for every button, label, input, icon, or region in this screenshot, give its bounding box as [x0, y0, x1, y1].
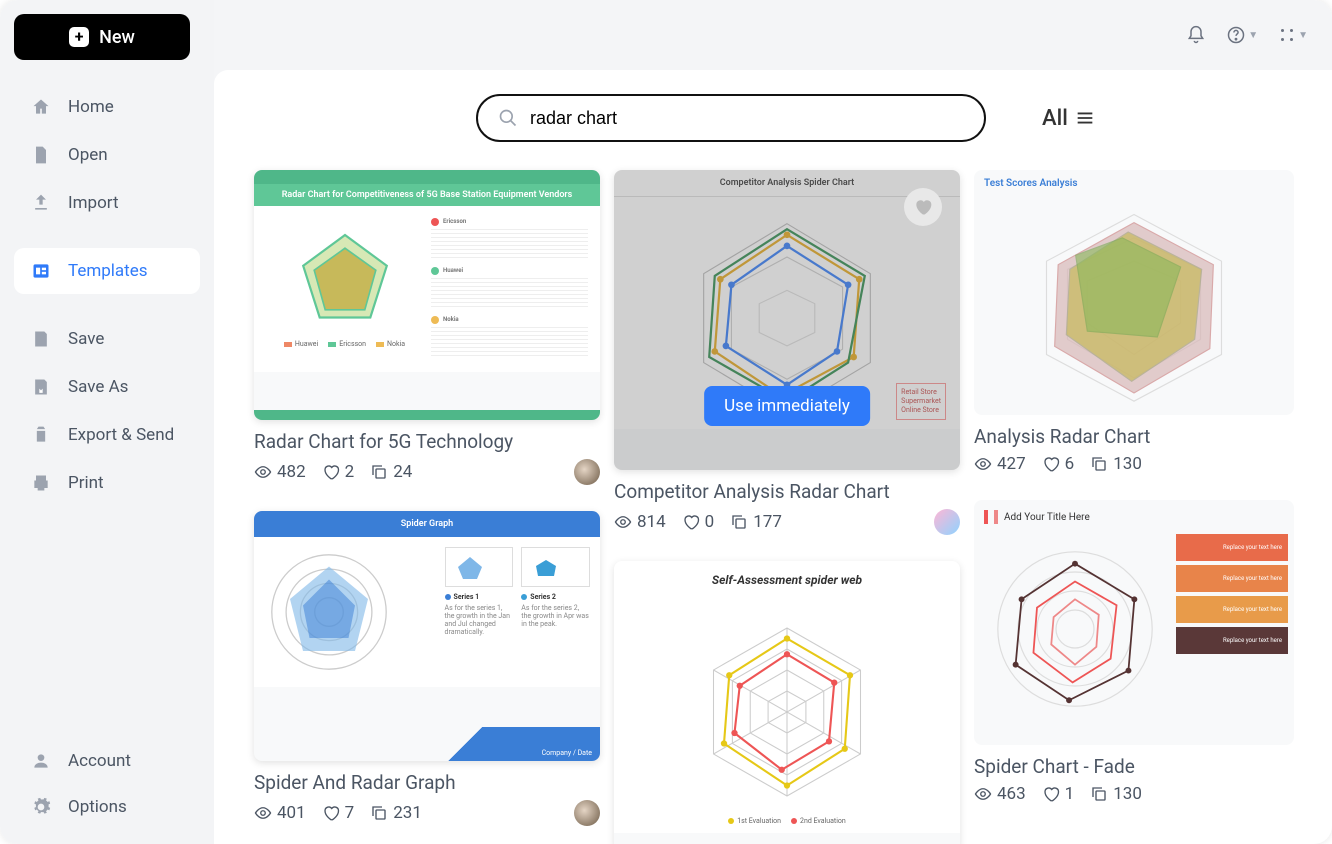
- heart-icon: [682, 513, 700, 531]
- filter-all-button[interactable]: All: [1042, 106, 1096, 131]
- sidebar-item-print[interactable]: Print: [14, 460, 200, 506]
- menu-icon: [1074, 107, 1096, 129]
- search-input[interactable]: [530, 108, 964, 129]
- file-icon: [30, 144, 52, 166]
- new-button-label: New: [99, 27, 135, 48]
- home-icon: [30, 96, 52, 118]
- copy-icon: [370, 463, 388, 481]
- import-icon: [30, 192, 52, 214]
- heart-icon: [1042, 785, 1060, 803]
- template-title: Radar Chart for 5G Technology: [254, 430, 600, 453]
- eye-icon: [974, 455, 992, 473]
- account-icon: [30, 750, 52, 772]
- save-icon: [30, 328, 52, 350]
- saveas-icon: [30, 376, 52, 398]
- likes-stat: 2: [322, 462, 355, 482]
- templates-icon: [30, 260, 52, 282]
- copy-icon: [1090, 785, 1108, 803]
- gear-icon: [30, 796, 52, 818]
- sidebar-item-account[interactable]: Account: [14, 738, 200, 784]
- copy-icon: [370, 804, 388, 822]
- copy-icon: [730, 513, 748, 531]
- bell-icon[interactable]: [1186, 25, 1206, 45]
- heart-icon: [322, 804, 340, 822]
- template-thumbnail: Add Your Title Here R: [974, 500, 1294, 745]
- plus-icon: +: [69, 27, 89, 47]
- eye-icon: [974, 785, 992, 803]
- search-icon: [498, 108, 518, 128]
- template-title: Spider Chart - Fade: [974, 755, 1294, 778]
- copy-icon: [1090, 455, 1108, 473]
- topbar: ▼ ▼: [214, 0, 1332, 70]
- template-thumbnail: Radar Chart for Competitiveness of 5G Ba…: [254, 170, 600, 420]
- help-icon[interactable]: ▼: [1226, 25, 1258, 45]
- sidebar-item-home[interactable]: Home: [14, 84, 200, 130]
- eye-icon: [254, 804, 272, 822]
- template-thumbnail: Self-Assessment spider web: [614, 561, 960, 844]
- author-avatar[interactable]: [574, 800, 600, 826]
- template-thumbnail: Use immediately Competitor Analysis Spid…: [614, 170, 960, 470]
- sidebar: + New Home Open Import Templates: [0, 0, 214, 844]
- sidebar-item-options[interactable]: Options: [14, 784, 200, 830]
- use-immediately-button[interactable]: Use immediately: [704, 386, 870, 426]
- sidebar-item-export[interactable]: Export & Send: [14, 412, 200, 458]
- heart-icon: [1042, 455, 1060, 473]
- template-card[interactable]: Radar Chart for Competitiveness of 5G Ba…: [254, 170, 600, 485]
- main-area: ▼ ▼ All Rad: [214, 0, 1332, 844]
- template-title: Analysis Radar Chart: [974, 425, 1294, 448]
- template-card[interactable]: Test Scores Analysis: [974, 170, 1294, 474]
- content: All Radar Chart for Competitiveness of 5…: [214, 70, 1332, 844]
- author-avatar[interactable]: [934, 509, 960, 535]
- print-icon: [30, 472, 52, 494]
- favorite-button[interactable]: [904, 188, 942, 226]
- eye-icon: [254, 463, 272, 481]
- sidebar-item-open[interactable]: Open: [14, 132, 200, 178]
- template-card[interactable]: Self-Assessment spider web: [614, 561, 960, 844]
- template-thumbnail: Spider Graph Series 1As for the series 1…: [254, 511, 600, 761]
- grid-icon[interactable]: ▼: [1278, 26, 1308, 44]
- template-thumbnail: Test Scores Analysis: [974, 170, 1294, 415]
- template-title: Spider And Radar Graph: [254, 771, 600, 794]
- template-card[interactable]: Use immediately Competitor Analysis Spid…: [614, 170, 960, 535]
- sidebar-item-templates[interactable]: Templates: [14, 248, 200, 294]
- sidebar-item-saveas[interactable]: Save As: [14, 364, 200, 410]
- sidebar-item-import[interactable]: Import: [14, 180, 200, 226]
- eye-icon: [614, 513, 632, 531]
- new-button[interactable]: + New: [14, 14, 190, 60]
- search-box[interactable]: [476, 94, 986, 142]
- heart-icon: [322, 463, 340, 481]
- copies-stat: 24: [370, 462, 412, 482]
- template-card[interactable]: Add Your Title Here R: [974, 500, 1294, 804]
- template-card[interactable]: Spider Graph Series 1As for the series 1…: [254, 511, 600, 826]
- export-icon: [30, 424, 52, 446]
- template-title: Competitor Analysis Radar Chart: [614, 480, 960, 503]
- sidebar-item-save[interactable]: Save: [14, 316, 200, 362]
- views-stat: 482: [254, 462, 306, 482]
- author-avatar[interactable]: [574, 459, 600, 485]
